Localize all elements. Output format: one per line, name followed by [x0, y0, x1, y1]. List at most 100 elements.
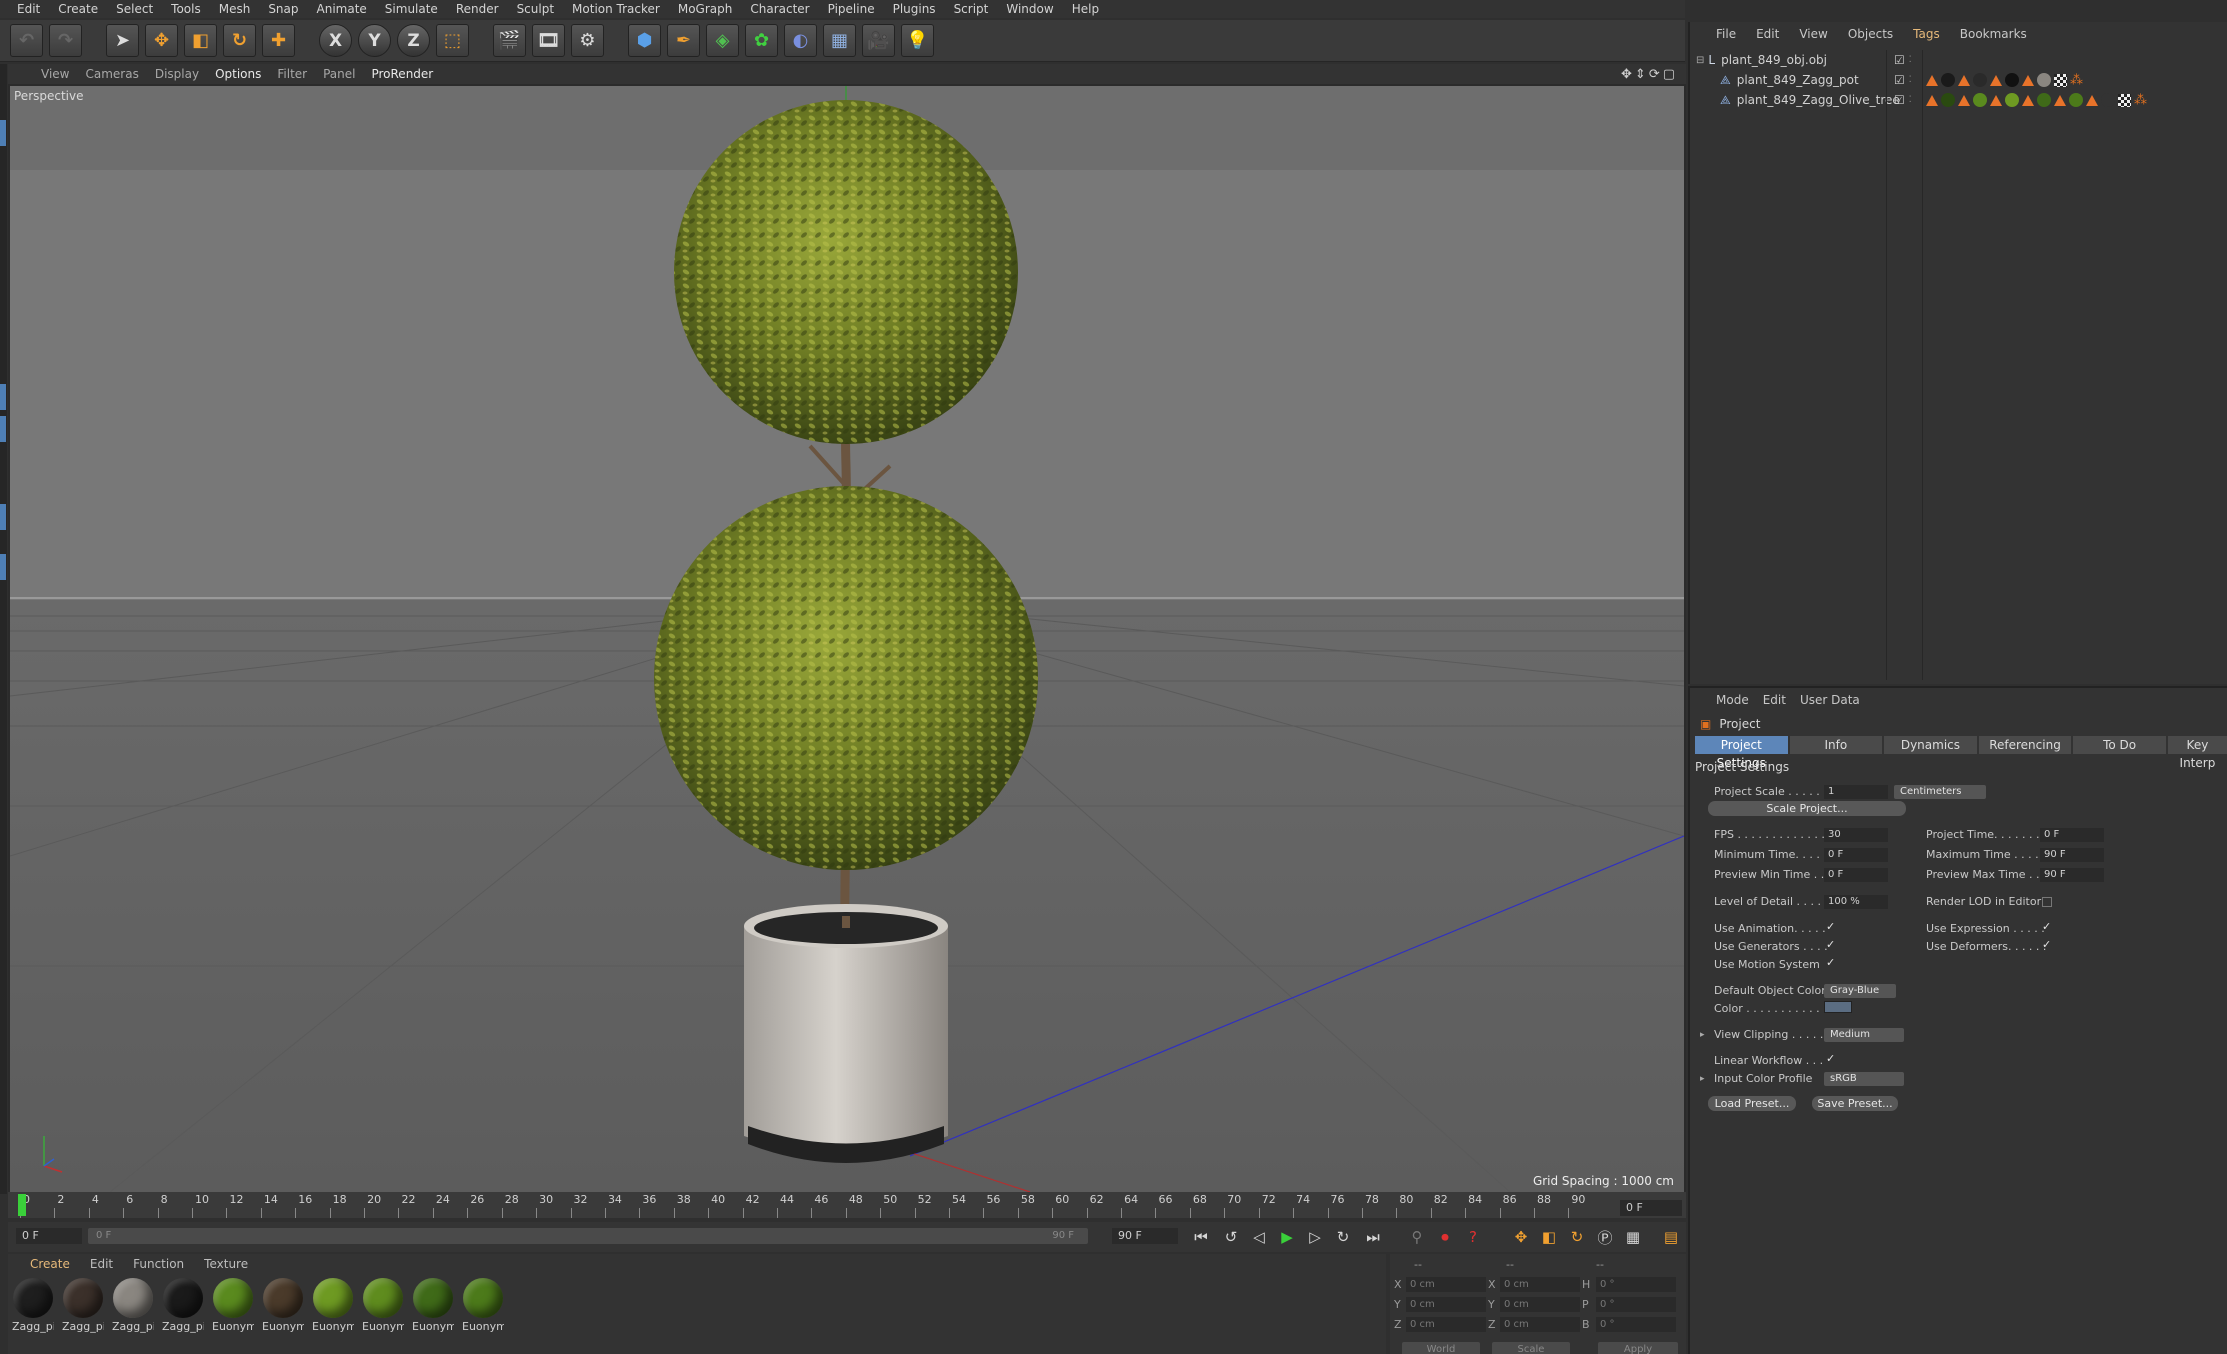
scale-unit-dropdown[interactable]: Centimeters — [1894, 785, 1986, 799]
material-tag-icon[interactable] — [2069, 93, 2083, 107]
attr-menu-edit[interactable]: Edit — [1763, 693, 1786, 707]
axis-mode-icon[interactable] — [0, 504, 6, 530]
material-tag-icon[interactable] — [1941, 73, 1955, 87]
mat-menu-edit[interactable]: Edit — [90, 1257, 113, 1271]
menu-character[interactable]: Character — [741, 2, 818, 16]
menu-motion-tracker[interactable]: Motion Tracker — [563, 2, 669, 16]
menu-help[interactable]: Help — [1063, 2, 1108, 16]
vp-menu-cameras[interactable]: Cameras — [78, 67, 145, 81]
material-tag-icon[interactable] — [2022, 74, 2034, 86]
material-tag-icon[interactable] — [2005, 93, 2019, 107]
color-swatch[interactable] — [1824, 1001, 1852, 1013]
tab-project-settings[interactable]: Project Settings — [1695, 736, 1788, 770]
menu-create[interactable]: Create — [49, 2, 107, 16]
vp-menu-display[interactable]: Display — [148, 67, 206, 81]
viewport-navigation-icons[interactable]: ✥⇕⟳▢ — [1621, 67, 1678, 82]
coord-field[interactable]: 0 cm — [1406, 1277, 1486, 1292]
material-tag-icon[interactable] — [1926, 74, 1938, 86]
y-axis-lock-button[interactable]: Y — [358, 24, 391, 57]
record-button[interactable]: ⏺ — [1434, 1226, 1456, 1248]
material-tag-icon[interactable] — [1973, 93, 1987, 107]
material-tag-icon[interactable] — [1990, 74, 2002, 86]
save-preset-button[interactable]: Save Preset... — [1812, 1096, 1898, 1111]
linear-workflow-checkbox[interactable]: ✓ — [1826, 1053, 1836, 1064]
tab-dynamics[interactable]: Dynamics — [1884, 736, 1977, 754]
menu-select[interactable]: Select — [107, 2, 162, 16]
tab-info[interactable]: Info — [1789, 736, 1883, 754]
material-swatch[interactable]: Zagg_pi — [12, 1278, 54, 1333]
object-row[interactable]: ⟁ plant_849_Zagg_Olive_tree — [1690, 90, 1900, 110]
obj-menu-tags[interactable]: Tags — [1913, 27, 1940, 41]
collapse-icon[interactable]: ⊟ — [1696, 55, 1704, 66]
object-row[interactable]: ⟁ plant_849_Zagg_pot — [1690, 70, 1886, 90]
render-picture-viewer-button[interactable]: 🎞 — [532, 24, 565, 57]
visibility-dots-icon[interactable]: ⁚ — [1909, 75, 1912, 85]
menu-snap[interactable]: Snap — [259, 2, 307, 16]
enable-check-icon[interactable]: ☑ — [1894, 53, 1905, 67]
material-tag-icon[interactable] — [2022, 94, 2034, 106]
next-frame-button[interactable]: ▷ — [1304, 1226, 1326, 1248]
rotate-tool-button[interactable]: ↻ — [223, 24, 256, 57]
undo-button[interactable]: ↶ — [10, 24, 43, 57]
vp-menu-view[interactable]: View — [34, 67, 76, 81]
material-tag-icon[interactable] — [2101, 93, 2115, 107]
recent-tool-button[interactable]: ✚ — [262, 24, 295, 57]
uvw-tag-icon[interactable] — [2054, 73, 2067, 87]
phong-tag-icon[interactable]: ⁂ — [2134, 94, 2147, 107]
cloner-button[interactable]: ✿ — [745, 24, 778, 57]
object-name[interactable]: plant_849_obj.obj — [1721, 53, 1827, 67]
camera-button[interactable]: 🎥 — [862, 24, 895, 57]
menu-sculpt[interactable]: Sculpt — [508, 2, 563, 16]
3d-viewport[interactable]: Perspective Grid Spacing : 1000 cm — [10, 86, 1684, 1192]
coord-field[interactable]: 0 cm — [1406, 1297, 1486, 1312]
coord-field[interactable]: 0 ° — [1596, 1317, 1676, 1332]
coords-apply-button[interactable]: Apply — [1598, 1342, 1678, 1354]
default-object-color-dropdown[interactable]: Gray-Blue — [1824, 984, 1896, 998]
key-parameter-button[interactable]: Ⓟ — [1594, 1226, 1616, 1248]
material-tag-icon[interactable] — [2037, 73, 2051, 87]
coord-field[interactable]: 0 cm — [1500, 1277, 1580, 1292]
attr-menu-user-data[interactable]: User Data — [1800, 693, 1860, 707]
attr-menu-mode[interactable]: Mode — [1716, 693, 1749, 707]
frame-ruler[interactable]: 0 2 4 6 8 10 12 14 16 18 20 22 24 26 28 30 32 34 36 38 40 42 4… — [8, 1192, 1618, 1218]
menu-script[interactable]: Script — [945, 2, 998, 16]
coord-field[interactable]: 0 ° — [1596, 1297, 1676, 1312]
material-tag-icon[interactable] — [2054, 94, 2066, 106]
mat-menu-texture[interactable]: Texture — [204, 1257, 248, 1271]
menu-animate[interactable]: Animate — [308, 2, 376, 16]
timeline-ruler[interactable]: 0 2 4 6 8 10 12 14 16 18 20 22 24 26 28 30 32 34 36 38 40 42 4… — [8, 1192, 1686, 1218]
z-axis-lock-button[interactable]: Z — [397, 24, 430, 57]
phong-tag-icon[interactable]: ⁂ — [2070, 74, 2083, 87]
visibility-dots-icon[interactable]: ⁚ — [1909, 55, 1912, 65]
render-lod-checkbox[interactable] — [2042, 897, 2052, 907]
redo-button[interactable]: ↷ — [49, 24, 82, 57]
menu-render[interactable]: Render — [447, 2, 508, 16]
material-tag-icon[interactable] — [1990, 94, 2002, 106]
use-generators-checkbox[interactable]: ✓ — [1826, 939, 1836, 950]
material-swatch[interactable]: Euonym — [362, 1278, 404, 1333]
next-key-button[interactable]: ↻ — [1332, 1226, 1354, 1248]
object-name[interactable]: plant_849_Zagg_Olive_tree — [1737, 93, 1900, 107]
render-view-button[interactable]: 🎬 — [493, 24, 526, 57]
use-animation-checkbox[interactable]: ✓ — [1826, 921, 1836, 932]
obj-menu-objects[interactable]: Objects — [1848, 27, 1893, 41]
live-selection-button[interactable]: ➤ — [106, 24, 139, 57]
points-mode-icon[interactable] — [0, 120, 6, 146]
prev-key-button[interactable]: ↺ — [1220, 1226, 1242, 1248]
view-clipping-dropdown[interactable]: Medium — [1824, 1028, 1904, 1042]
obj-menu-bookmarks[interactable]: Bookmarks — [1960, 27, 2027, 41]
tab-key-interp[interactable]: Key Interp — [2167, 736, 2227, 770]
use-expression-checkbox[interactable]: ✓ — [2042, 921, 2052, 932]
coord-field[interactable]: 0 ° — [1596, 1277, 1676, 1292]
start-frame-field[interactable]: 0 F — [16, 1228, 82, 1244]
coordinate-system-button[interactable]: ⬚ — [436, 24, 469, 57]
coords-scale-dropdown[interactable]: Scale — [1492, 1342, 1570, 1354]
play-button[interactable]: ▶ — [1276, 1226, 1298, 1248]
deformer-button[interactable]: ◐ — [784, 24, 817, 57]
key-rotation-button[interactable]: ↻ — [1566, 1226, 1588, 1248]
preview-max-field[interactable]: 90 F — [2040, 868, 2104, 882]
menu-simulate[interactable]: Simulate — [376, 2, 447, 16]
use-deformers-checkbox[interactable]: ✓ — [2042, 939, 2052, 950]
preview-min-field[interactable]: 0 F — [1824, 868, 1888, 882]
snap-mode-icon[interactable] — [0, 554, 6, 580]
